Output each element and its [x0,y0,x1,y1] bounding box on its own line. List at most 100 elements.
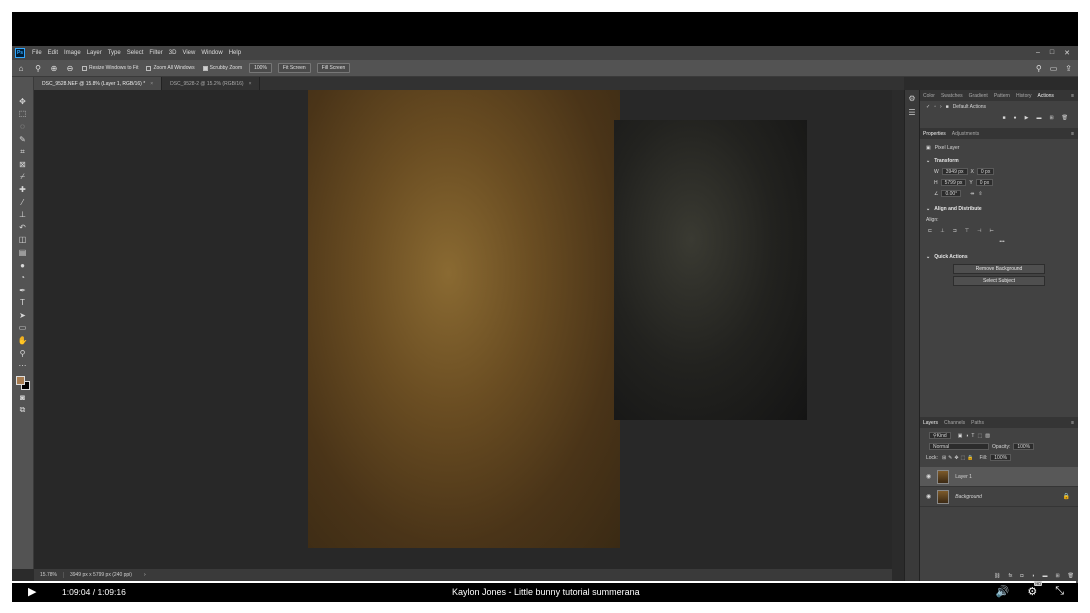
quick-select-tool-icon[interactable]: ✎ [15,133,31,146]
menu-view[interactable]: View [179,50,198,56]
fx-icon[interactable]: fx [1008,573,1012,579]
eye-icon[interactable]: ◉ [926,473,931,480]
tab-gradient[interactable]: Gradient [966,93,991,99]
chevron-down-icon[interactable]: ⌄ [926,158,930,164]
flip-horizontal-icon[interactable]: ⇹ [970,191,974,197]
resize-windows-checkbox[interactable]: Resize Windows to Fit [82,65,138,71]
height-field[interactable]: 5799 px [940,179,967,186]
record-icon[interactable]: ● [1014,115,1017,121]
folder-icon[interactable]: ▬ [1036,115,1041,121]
clone-stamp-tool-icon[interactable]: ⊥ [15,208,31,221]
fill-screen-button[interactable]: Fill Screen [316,63,351,73]
hand-tool-icon[interactable]: ✋ [15,334,31,347]
fit-screen-button[interactable]: Fit Screen [277,63,311,73]
brush-tool-icon[interactable]: ⁄ [15,196,31,209]
checkmark-icon[interactable]: ✓ [926,104,930,110]
kind-filter-select[interactable]: ⚲ Kind [929,432,951,439]
tab-layers[interactable]: Layers [920,420,941,426]
chevron-right-icon[interactable]: › [138,572,152,578]
adjustment-layer-icon[interactable]: ◑ [1031,573,1034,579]
chevron-right-icon[interactable]: › [940,104,942,110]
align-bottom-icon[interactable]: ⊢ [989,228,993,234]
lasso-tool-icon[interactable]: ◌ [15,120,31,133]
link-layers-icon[interactable]: ⛓ [994,573,1000,579]
stop-icon[interactable]: ■ [1003,115,1006,121]
mask-icon[interactable]: ◘ [1020,573,1023,579]
document-image-reference[interactable] [614,120,807,420]
menu-type[interactable]: Type [105,50,124,56]
settings-icon[interactable]: ⚙ HD [1027,581,1043,598]
workspace-icon[interactable]: ▭ [1050,64,1058,73]
pen-tool-icon[interactable]: ✒ [15,284,31,297]
scrubby-zoom-checkbox[interactable]: Scrubby Zoom [202,65,242,71]
tab-swatches[interactable]: Swatches [938,93,966,99]
play-icon[interactable]: ▶ [1025,115,1029,121]
remove-background-button[interactable]: Remove Background [953,264,1045,274]
zoom-in-icon[interactable]: ⊕ [46,64,62,73]
move-tool-icon[interactable]: ✥ [15,95,31,108]
y-field[interactable]: 0 px [975,179,994,186]
minimize-icon[interactable]: – [1036,49,1040,57]
tab-document-1[interactable]: DSC_9528.NEF @ 15.8% (Layer 1, RGB/16) *… [34,77,163,90]
rectangle-tool-icon[interactable]: ▭ [15,322,31,335]
menu-3d[interactable]: 3D [166,50,180,56]
opacity-field[interactable]: 100% [1013,443,1035,450]
more-tools-icon[interactable]: ⋯ [15,359,31,372]
home-icon[interactable]: ⌂ [12,64,30,73]
eraser-tool-icon[interactable]: ◫ [15,234,31,247]
video-progress-bar[interactable] [12,581,1078,583]
play-icon[interactable]: ▶ [28,585,42,598]
zoom-tool-icon[interactable]: ⚲ [30,64,46,73]
zoom-out-icon[interactable]: ⊖ [62,64,78,73]
history-brush-tool-icon[interactable]: ↶ [15,221,31,234]
menu-layer[interactable]: Layer [84,50,105,56]
tab-paths[interactable]: Paths [968,420,987,426]
menu-image[interactable]: Image [61,50,84,56]
type-tool-icon[interactable]: T [15,297,31,310]
tab-pattern[interactable]: Pattern [991,93,1013,99]
maximize-icon[interactable]: □ [1050,49,1054,57]
menu-edit[interactable]: Edit [45,50,61,56]
new-action-icon[interactable]: ⊞ [1049,115,1053,121]
layer-row[interactable]: ◉ Background 🔒 [920,487,1078,507]
zoom-all-checkbox[interactable]: Zoom All Windows [146,65,195,71]
group-icon[interactable]: ▬ [1042,573,1047,579]
layer-row[interactable]: ◉ Layer 1 [920,467,1078,487]
action-set-row[interactable]: ✓ ▫ › ■ Default Actions [920,101,1078,112]
panel-menu-icon[interactable]: ≡ [1071,420,1078,426]
close-icon[interactable]: ✕ [1064,49,1070,57]
trash-icon[interactable]: 🗑 [1062,115,1068,121]
brush-settings-icon[interactable]: ⚙ [908,94,915,108]
tab-actions[interactable]: Actions [1035,93,1057,99]
x-field[interactable]: 0 px [976,168,995,175]
lock-options-icons[interactable]: ⊞✎✥⬚🔒 [942,455,976,461]
document-image-edited[interactable] [308,90,620,548]
align-top-icon[interactable]: ⊤ [965,228,969,234]
dialog-toggle-icon[interactable]: ▫ [934,104,936,110]
foreground-color-swatch[interactable] [15,376,25,386]
align-right-icon[interactable]: ⊐ [953,228,957,234]
width-field[interactable]: 3949 px [941,168,968,175]
chevron-down-icon[interactable]: ⌄ [926,206,930,212]
adjustments-icon[interactable]: ☰ [908,108,915,122]
search-icon[interactable]: ⚲ [1036,64,1042,73]
tab-properties[interactable]: Properties [920,131,949,137]
more-options-icon[interactable]: ••• [999,239,1004,245]
color-swatches[interactable] [15,375,31,391]
status-zoom[interactable]: 15.78% [34,572,64,578]
menu-window[interactable]: Window [198,50,225,56]
angle-field[interactable]: 0.00° [941,190,962,197]
fill-field[interactable]: 100% [990,454,1012,461]
tab-channels[interactable]: Channels [941,420,968,426]
quick-actions-header[interactable]: ⌄ Quick Actions [920,251,1078,262]
align-left-icon[interactable]: ⊏ [928,228,932,234]
filter-type-icons[interactable]: ▣◑T⬚▨ [958,433,993,439]
menu-help[interactable]: Help [226,50,244,56]
chevron-down-icon[interactable]: ⌄ [926,254,930,260]
align-header[interactable]: ⌄ Align and Distribute [920,203,1078,214]
dodge-tool-icon[interactable]: ◔ [15,271,31,284]
align-center-icon[interactable]: ⊥ [940,228,944,234]
screen-mode-icon[interactable]: ⧉ [15,404,31,417]
volume-icon[interactable]: 🔊 [996,585,1010,598]
trash-icon[interactable]: 🗑 [1068,573,1074,579]
